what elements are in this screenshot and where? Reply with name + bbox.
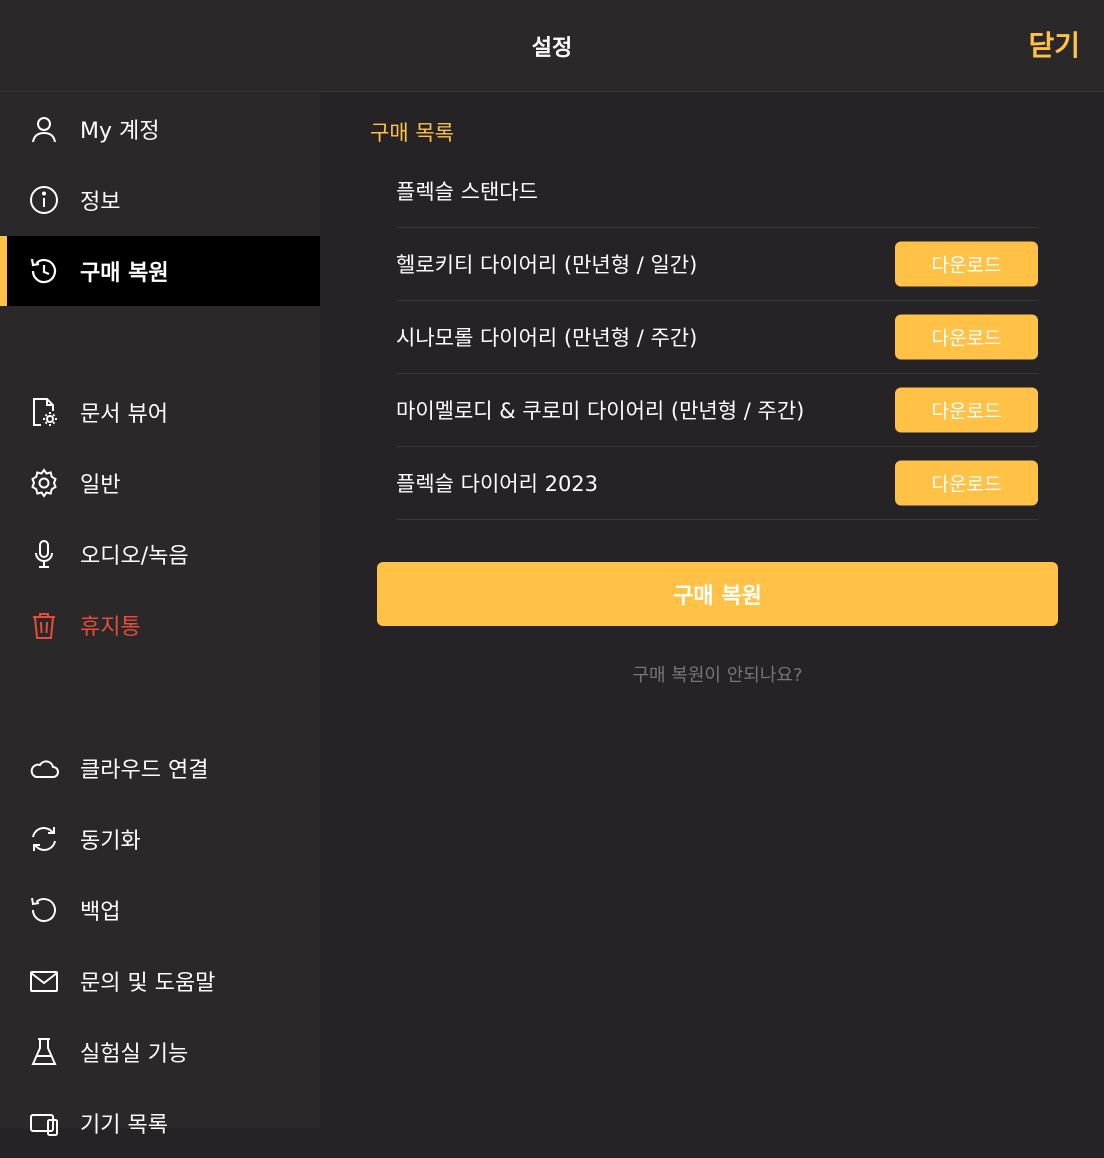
document-settings-icon: [28, 396, 60, 428]
download-button[interactable]: 다운로드: [895, 460, 1038, 506]
sidebar-item-backup[interactable]: 백업: [0, 875, 320, 945]
sidebar-item-document-viewer[interactable]: 문서 뷰어: [0, 377, 320, 447]
download-button[interactable]: 다운로드: [895, 241, 1038, 287]
gear-icon: [28, 467, 60, 499]
info-icon: [28, 184, 60, 216]
sidebar-item-label: My 계정: [80, 119, 160, 144]
close-button[interactable]: 닫기: [1028, 24, 1080, 64]
list-item: 플렉슬 스탠다드: [396, 155, 1038, 228]
sidebar-item-general[interactable]: 일반: [0, 448, 320, 518]
purchase-name: 플렉슬 스탠다드: [396, 180, 538, 204]
purchase-list: 플렉슬 스탠다드 헬로키티 다이어리 (만년형 / 일간) 다운로드 시나모롤 …: [396, 155, 1038, 520]
sidebar-item-trash[interactable]: 휴지통: [0, 590, 320, 660]
purchase-name: 마이멜로디 & 쿠로미 다이어리 (만년형 / 주간): [396, 399, 805, 423]
sidebar-item-account[interactable]: My 계정: [0, 94, 320, 164]
sidebar-item-label: 실험실 기능: [80, 1042, 189, 1067]
flask-icon: [28, 1036, 60, 1068]
purchase-name: 플렉슬 다이어리 2023: [396, 472, 599, 496]
sidebar-item-label: 정보: [80, 190, 121, 215]
devices-icon: [28, 1107, 60, 1139]
cloud-icon: [28, 752, 60, 784]
list-item: 마이멜로디 & 쿠로미 다이어리 (만년형 / 주간) 다운로드: [396, 374, 1038, 447]
sidebar-item-label: 일반: [80, 473, 121, 498]
sidebar-item-label: 오디오/녹음: [80, 544, 189, 569]
user-icon: [28, 113, 60, 145]
sidebar-item-cloud[interactable]: 클라우드 연결: [0, 733, 320, 803]
sidebar-item-label: 문서 뷰어: [80, 402, 168, 427]
mail-icon: [28, 965, 60, 997]
sidebar-item-label: 백업: [80, 900, 121, 925]
sidebar-item-devices[interactable]: 기기 목록: [0, 1088, 320, 1158]
sidebar: My 계정 정보 구매 복원 문서 뷰어 일반 오디오/녹음 휴지통 클라우드 …: [0, 93, 320, 1138]
sync-icon: [28, 823, 60, 855]
sidebar-item-label: 문의 및 도움말: [80, 971, 216, 996]
download-button[interactable]: 다운로드: [895, 314, 1038, 360]
sidebar-item-help[interactable]: 문의 및 도움말: [0, 946, 320, 1016]
sidebar-item-labs[interactable]: 실험실 기능: [0, 1017, 320, 1087]
sidebar-item-label: 휴지통: [80, 615, 141, 640]
microphone-icon: [28, 538, 60, 570]
history-icon: [28, 255, 60, 287]
list-item: 플렉슬 다이어리 2023 다운로드: [396, 447, 1038, 520]
sidebar-item-label: 클라우드 연결: [80, 758, 209, 783]
backup-icon: [28, 894, 60, 926]
sidebar-item-sync[interactable]: 동기화: [0, 804, 320, 874]
main-content: 구매 목록 플렉슬 스탠다드 헬로키티 다이어리 (만년형 / 일간) 다운로드…: [321, 93, 1104, 1128]
sidebar-item-audio[interactable]: 오디오/녹음: [0, 519, 320, 589]
page-title: 설정: [531, 36, 573, 61]
section-title: 구매 목록: [370, 121, 454, 145]
purchase-name: 시나모롤 다이어리 (만년형 / 주간): [396, 326, 698, 350]
sidebar-item-restore-purchase[interactable]: 구매 복원: [0, 236, 320, 306]
restore-help-link[interactable]: 구매 복원이 안되나요?: [377, 661, 1058, 687]
restore-purchase-button[interactable]: 구매 복원: [377, 562, 1058, 626]
download-button[interactable]: 다운로드: [895, 387, 1038, 433]
sidebar-item-label: 기기 목록: [80, 1113, 168, 1138]
header: 설정 닫기: [0, 0, 1104, 92]
sidebar-item-label: 동기화: [80, 829, 141, 854]
trash-icon: [28, 609, 60, 641]
list-item: 시나모롤 다이어리 (만년형 / 주간) 다운로드: [396, 301, 1038, 374]
list-item: 헬로키티 다이어리 (만년형 / 일간) 다운로드: [396, 228, 1038, 301]
purchase-name: 헬로키티 다이어리 (만년형 / 일간): [396, 253, 698, 277]
sidebar-item-label: 구매 복원: [80, 261, 169, 286]
sidebar-item-info[interactable]: 정보: [0, 165, 320, 235]
